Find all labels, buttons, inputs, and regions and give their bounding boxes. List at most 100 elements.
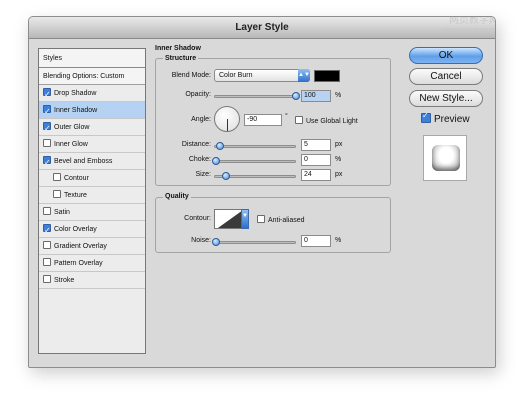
checkbox-icon[interactable] [43,103,51,120]
checkbox-icon[interactable] [43,207,51,215]
checkbox-icon[interactable] [43,120,51,137]
section-title: Inner Shadow [155,45,201,52]
style-item-outer-glow[interactable]: Outer Glow [39,119,145,137]
angle-input[interactable]: -90 [244,114,282,126]
new-style-button[interactable]: New Style... [409,90,483,107]
distance-unit: px [335,141,343,148]
checkbox-icon[interactable] [43,275,51,283]
preview-checkbox[interactable]: Preview [421,111,470,125]
opacity-unit: % [335,92,342,99]
use-global-light-checkbox[interactable]: Use Global Light [295,116,358,125]
style-item-label: Bevel and Emboss [54,158,113,165]
layer-style-dialog: Layer Style 网页教学网 WWW.WEB3X.COM Styles B… [28,16,496,368]
choke-input[interactable]: 0 [301,154,331,166]
blending-options-item[interactable]: Blending Options: Custom [39,68,145,85]
style-item-gradient-overlay[interactable]: Gradient Overlay [39,238,145,255]
opacity-input[interactable]: 100 [301,90,331,102]
style-item-color-overlay[interactable]: Color Overlay [39,221,145,239]
watermark: 网页教学网 WWW.WEB3X.COM [429,16,496,37]
angle-unit: ° [285,113,288,120]
styles-list: Styles Blending Options: Custom Drop Sha… [38,48,146,354]
opacity-slider-track[interactable] [214,95,296,98]
title-bar[interactable]: Layer Style 网页教学网 WWW.WEB3X.COM [29,17,495,39]
style-item-label: Inner Shadow [54,107,98,114]
style-item-label: Texture [64,192,87,199]
size-slider-handle[interactable] [222,172,230,180]
noise-label: Noise: [191,237,211,244]
angle-dial[interactable] [214,106,240,132]
blend-mode-label: Blend Mode: [171,72,211,79]
style-item-bevel-and-emboss[interactable]: Bevel and Emboss [39,153,145,171]
window-title: Layer Style [235,22,289,33]
style-item-inner-glow[interactable]: Inner Glow [39,136,145,153]
distance-slider-track[interactable] [214,145,296,148]
style-item-label: Contour [64,175,89,182]
style-item-label: Inner Glow [54,141,88,148]
choke-label: Choke: [188,156,211,163]
checkbox-icon[interactable] [43,222,51,239]
contour-curve-icon [215,210,241,228]
angle-dial-indicator [227,119,228,131]
style-item-drop-shadow[interactable]: Drop Shadow [39,85,145,103]
choke-slider-handle[interactable] [212,157,220,165]
checkbox-icon[interactable] [43,241,51,249]
style-item-label: Satin [54,209,70,216]
anti-aliased-label: Anti-aliased [268,217,305,224]
style-item-label: Gradient Overlay [54,243,107,250]
distance-slider-handle[interactable] [216,142,224,150]
use-global-light-label: Use Global Light [306,118,358,125]
checkbox-icon[interactable] [53,173,61,181]
quality-group [155,197,391,253]
checkbox-icon[interactable] [43,258,51,266]
checkbox-icon [257,215,265,223]
noise-input[interactable]: 0 [301,235,331,247]
checkbox-icon[interactable] [43,139,51,147]
noise-unit: % [335,237,342,244]
contour-label: Contour: [184,215,211,222]
quality-title: Quality [163,193,191,200]
cancel-button[interactable]: Cancel [409,68,483,85]
choke-unit: % [335,156,342,163]
watermark-line2: WWW.WEB3X.COM [441,28,495,35]
style-item-inner-shadow[interactable]: Inner Shadow [39,102,145,120]
contour-picker[interactable] [214,209,242,229]
checkbox-icon[interactable] [43,154,51,171]
distance-label: Distance: [181,141,211,148]
style-item-label: Drop Shadow [54,90,97,97]
size-input[interactable]: 24 [301,169,331,181]
size-unit: px [335,171,343,178]
style-item-label: Stroke [54,277,75,284]
style-item-label: Outer Glow [54,124,90,131]
opacity-label: Opacity: [185,91,211,98]
distance-input[interactable]: 5 [301,139,331,151]
shadow-color-swatch[interactable] [314,70,340,82]
style-item-stroke[interactable]: Stroke [39,272,145,289]
style-item-label: Color Overlay [54,226,97,233]
opacity-slider-handle[interactable] [292,92,300,100]
angle-label: Angle: [191,116,211,123]
checkbox-icon [421,111,431,123]
contour-dropdown-icon[interactable]: ▼ [241,209,249,229]
style-item-label: Pattern Overlay [54,260,103,267]
preview-shape [432,145,460,171]
style-item-pattern-overlay[interactable]: Pattern Overlay [39,255,145,272]
blend-mode-value: Color Burn [219,72,253,79]
preview-thumbnail [423,135,467,181]
style-item-contour[interactable]: Contour [39,170,145,187]
structure-title: Structure [163,55,199,62]
noise-slider-track[interactable] [214,241,296,244]
anti-aliased-checkbox[interactable]: Anti-aliased [257,215,305,224]
blend-mode-select[interactable]: Color Burn ▲▼ [214,69,310,82]
ok-button[interactable]: OK [409,47,483,64]
styles-header[interactable]: Styles [39,49,145,68]
size-label: Size: [195,171,211,178]
checkbox-icon[interactable] [53,190,61,198]
choke-slider-track[interactable] [214,160,296,163]
checkbox-icon [295,116,303,124]
checkbox-icon[interactable] [43,86,51,103]
style-item-satin[interactable]: Satin [39,204,145,221]
watermark-line1: 网页教学网 [449,16,496,26]
style-item-texture[interactable]: Texture [39,187,145,204]
select-arrows-icon: ▲▼ [298,69,310,82]
noise-slider-handle[interactable] [212,238,220,246]
